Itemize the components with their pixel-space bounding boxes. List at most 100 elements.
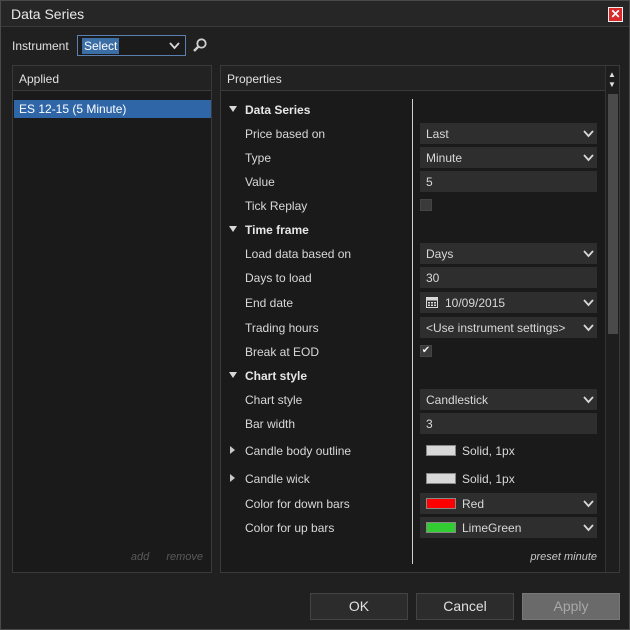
property-bar-width: Bar width 3: [221, 412, 606, 436]
type-select[interactable]: Minute: [420, 147, 597, 168]
cancel-button[interactable]: Cancel: [416, 593, 514, 620]
chevron-down-icon: [583, 324, 594, 332]
applied-panel: Applied ES 12-15 (5 Minute) add remove: [12, 65, 212, 573]
color-up-bars-select[interactable]: LimeGreen: [420, 517, 597, 538]
property-label: Price based on: [245, 127, 326, 141]
properties-scrollbar[interactable]: ▲ ▼: [605, 66, 619, 572]
property-label: Color for up bars: [245, 521, 335, 535]
candle-wick-stroke[interactable]: Solid, 1px: [420, 466, 597, 490]
value-input[interactable]: 5: [420, 171, 597, 192]
category-label: Data Series: [245, 103, 311, 117]
apply-button[interactable]: Apply: [522, 593, 620, 620]
category-time-frame[interactable]: Time frame: [221, 218, 606, 242]
ok-button[interactable]: OK: [310, 593, 408, 620]
scroll-thumb[interactable]: [608, 94, 618, 334]
chart-style-select[interactable]: Candlestick: [420, 389, 597, 410]
collapse-triangle-icon[interactable]: [229, 226, 237, 232]
property-price-based-on: Price based on Last: [221, 122, 606, 146]
field-value: 30: [426, 271, 440, 285]
property-color-up-bars: Color for up bars LimeGreen: [221, 516, 606, 540]
expand-triangle-icon[interactable]: [230, 474, 235, 482]
title-bar: Data Series ✕: [1, 1, 629, 27]
property-end-date: End date 10/09/2015: [221, 291, 606, 315]
category-chart-style[interactable]: Chart style: [221, 364, 606, 388]
property-chart-style: Chart style Candlestick: [221, 388, 606, 412]
close-icon[interactable]: ✕: [608, 7, 623, 22]
field-value: <Use instrument settings>: [426, 321, 566, 335]
category-label: Chart style: [245, 369, 308, 383]
color-swatch: [426, 473, 456, 484]
preset-link[interactable]: preset minute: [530, 551, 597, 563]
property-label: Candle wick: [245, 472, 310, 486]
property-label: Chart style: [245, 393, 303, 407]
chevron-down-icon: [583, 250, 594, 258]
chevron-down-icon: [583, 396, 594, 404]
field-value: Red: [462, 497, 485, 511]
field-value: Days: [426, 247, 454, 261]
field-value: Minute: [426, 151, 463, 165]
instrument-value: Select: [82, 38, 120, 54]
search-icon[interactable]: [192, 37, 208, 53]
property-load-data-based-on: Load data based on Days: [221, 242, 606, 266]
property-label: Type: [245, 151, 272, 165]
property-label: End date: [245, 296, 294, 310]
category-data-series[interactable]: Data Series: [221, 98, 606, 122]
property-label: Load data based on: [245, 247, 352, 261]
property-break-at-eod: Break at EOD ✔: [221, 340, 606, 364]
break-at-eod-checkbox[interactable]: ✔: [420, 345, 432, 357]
data-series-window: Data Series ✕ Instrument Select Applied …: [0, 0, 630, 630]
property-days-to-load: Days to load 30: [221, 266, 606, 290]
remove-button[interactable]: remove: [166, 551, 203, 563]
chevron-down-icon: [583, 130, 594, 138]
color-down-bars-select[interactable]: Red: [420, 493, 597, 514]
field-value: 3: [426, 417, 433, 431]
properties-panel: Properties ▲ ▼ Data Series Price based o…: [220, 65, 620, 573]
property-label: Bar width: [245, 417, 296, 431]
property-label: Candle body outline: [245, 444, 352, 458]
instrument-label: Instrument: [12, 39, 69, 53]
chevron-down-icon: [169, 42, 180, 50]
property-label: Break at EOD: [245, 345, 320, 359]
property-label: Tick Replay: [245, 199, 308, 213]
applied-item[interactable]: ES 12-15 (5 Minute): [14, 100, 211, 118]
field-value: Solid, 1px: [462, 444, 515, 458]
bar-width-input[interactable]: 3: [420, 413, 597, 434]
trading-hours-select[interactable]: <Use instrument settings>: [420, 317, 597, 338]
property-type: Type Minute: [221, 146, 606, 170]
field-value: LimeGreen: [462, 521, 522, 535]
property-trading-hours: Trading hours <Use instrument settings>: [221, 316, 606, 340]
property-tick-replay: Tick Replay: [221, 194, 606, 218]
category-label: Time frame: [245, 223, 309, 237]
property-label: Color for down bars: [245, 497, 350, 511]
load-data-based-on-select[interactable]: Days: [420, 243, 597, 264]
collapse-triangle-icon[interactable]: [229, 106, 237, 112]
color-swatch: [426, 522, 456, 533]
candle-body-outline-stroke[interactable]: Solid, 1px: [420, 438, 597, 462]
days-to-load-input[interactable]: 30: [420, 267, 597, 288]
chevron-down-icon: [583, 500, 594, 508]
property-candle-wick: Candle wick Solid, 1px: [221, 465, 606, 493]
chevron-down-icon: [583, 154, 594, 162]
collapse-triangle-icon[interactable]: [229, 372, 237, 378]
scroll-up-icon[interactable]: ▲: [608, 70, 616, 79]
field-value: Last: [426, 127, 449, 141]
end-date-picker[interactable]: 10/09/2015: [420, 292, 597, 313]
chevron-down-icon: [583, 299, 594, 307]
add-button[interactable]: add: [131, 551, 149, 563]
property-value: Value 5: [221, 170, 606, 194]
field-value: 10/09/2015: [445, 296, 506, 310]
tick-replay-checkbox[interactable]: [420, 199, 432, 211]
expand-triangle-icon[interactable]: [230, 446, 235, 454]
property-label: Value: [245, 175, 275, 189]
field-value: Candlestick: [426, 393, 489, 407]
applied-footer: add remove: [117, 551, 203, 563]
properties-header: Properties: [221, 66, 619, 91]
instrument-select[interactable]: Select: [77, 35, 186, 56]
scroll-down-icon[interactable]: ▼: [608, 80, 616, 89]
property-candle-body-outline: Candle body outline Solid, 1px: [221, 437, 606, 465]
color-swatch: [426, 445, 456, 456]
window-title: Data Series: [11, 6, 85, 22]
property-label: Trading hours: [245, 321, 319, 335]
price-based-on-select[interactable]: Last: [420, 123, 597, 144]
applied-header: Applied: [13, 66, 211, 91]
